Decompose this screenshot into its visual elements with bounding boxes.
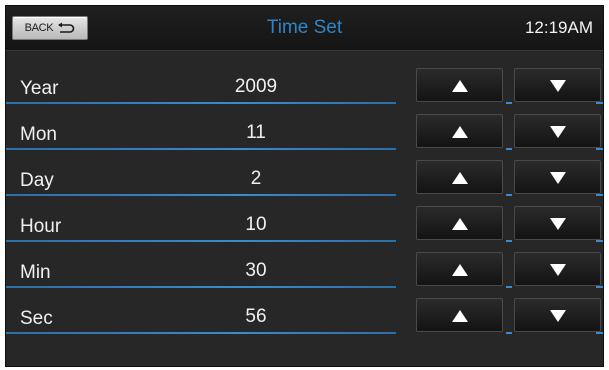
down-triangle-icon [549, 264, 566, 277]
up-triangle-icon [451, 218, 468, 231]
hour-increment-button[interactable] [416, 206, 503, 240]
up-triangle-icon [451, 310, 468, 323]
row-divider-segment [506, 332, 512, 334]
year-decrement-button[interactable] [514, 68, 601, 102]
row-label: Day [20, 170, 54, 191]
row-label: Min [20, 262, 51, 283]
down-triangle-icon [549, 126, 566, 139]
row-second: Sec 56 [6, 288, 603, 334]
row-year: Year 2009 [6, 58, 603, 104]
year-increment-button[interactable] [416, 68, 503, 102]
down-triangle-icon [549, 218, 566, 231]
row-value: 2009 [234, 76, 278, 97]
row-hour: Hour 10 [6, 196, 603, 242]
row-value: 56 [245, 306, 267, 327]
up-triangle-icon [451, 80, 468, 93]
second-decrement-button[interactable] [514, 298, 601, 332]
down-triangle-icon [549, 310, 566, 323]
minute-decrement-button[interactable] [514, 252, 601, 286]
up-triangle-icon [451, 264, 468, 277]
minute-increment-button[interactable] [416, 252, 503, 286]
row-divider-segment [596, 332, 603, 334]
up-triangle-icon [451, 172, 468, 185]
row-minute: Min 30 [6, 242, 603, 288]
page-title: Time Set [266, 17, 343, 38]
row-value: 10 [245, 214, 267, 235]
row-day: Day 2 [6, 150, 603, 196]
row-divider [6, 332, 396, 334]
row-value: 11 [246, 122, 266, 143]
row-label: Mon [20, 124, 57, 145]
month-decrement-button[interactable] [514, 114, 601, 148]
month-increment-button[interactable] [416, 114, 503, 148]
row-label: Hour [20, 216, 62, 237]
day-increment-button[interactable] [416, 160, 503, 194]
row-value: 2 [250, 168, 262, 189]
top-bar: BACK Time Set 12:19AM [6, 6, 603, 51]
up-triangle-icon [451, 126, 468, 139]
day-decrement-button[interactable] [514, 160, 601, 194]
row-value: 30 [245, 260, 267, 281]
down-triangle-icon [549, 80, 566, 93]
second-increment-button[interactable] [416, 298, 503, 332]
row-label: Sec [20, 308, 53, 329]
row-month: Mon 11 [6, 104, 603, 150]
down-triangle-icon [549, 172, 566, 185]
clock-display: 12:19AM [524, 18, 593, 37]
time-set-screen: BACK Time Set 12:19AM Year 2009 Mon 11 D… [5, 5, 604, 367]
row-label: Year [20, 78, 59, 99]
hour-decrement-button[interactable] [514, 206, 601, 240]
